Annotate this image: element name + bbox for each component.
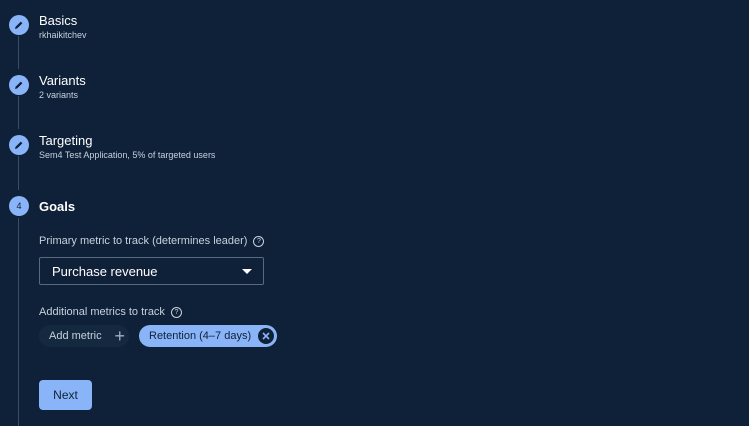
primary-metric-value: Purchase revenue [52, 263, 158, 279]
additional-metrics-label-row: Additional metrics to track ? [39, 306, 182, 318]
add-metric-label: Add metric [49, 330, 102, 342]
additional-metrics-label: Additional metrics to track [39, 306, 165, 318]
pencil-icon [14, 140, 24, 150]
step-connector [18, 218, 19, 426]
primary-metric-label-row: Primary metric to track (determines lead… [39, 235, 265, 247]
primary-metric-select[interactable]: Purchase revenue [39, 257, 264, 285]
help-icon[interactable]: ? [253, 235, 265, 247]
step-number-badge: 4 [9, 196, 29, 216]
step-basics-edit[interactable] [9, 15, 29, 35]
add-metric-button[interactable]: Add metric + [39, 325, 129, 347]
step-number: 4 [16, 201, 22, 211]
metric-chip-label: Retention (4–7 days) [149, 330, 252, 342]
caret-down-icon [242, 269, 252, 274]
step-connector [18, 36, 19, 69]
step-connector [18, 156, 19, 190]
primary-metric-label: Primary metric to track (determines lead… [39, 235, 248, 247]
close-icon[interactable] [258, 328, 274, 344]
pencil-icon [14, 80, 24, 90]
step-subtitle: Sem4 Test Application, 5% of targeted us… [39, 150, 216, 160]
plus-icon: + [114, 326, 125, 346]
step-connector [18, 96, 19, 129]
pencil-icon [14, 20, 24, 30]
step-subtitle: 2 variants [39, 90, 79, 100]
step-title: Variants [39, 73, 86, 88]
metric-chip[interactable]: Retention (4–7 days) [139, 325, 277, 347]
step-subtitle: rkhaikitchev [39, 30, 87, 40]
step-title: Basics [39, 13, 78, 28]
help-icon[interactable]: ? [170, 306, 182, 318]
next-button[interactable]: Next [39, 380, 92, 410]
step-targeting-edit[interactable] [9, 135, 29, 155]
step-title: Goals [39, 199, 76, 214]
step-title: Targeting [39, 133, 93, 148]
step-variants-edit[interactable] [9, 75, 29, 95]
